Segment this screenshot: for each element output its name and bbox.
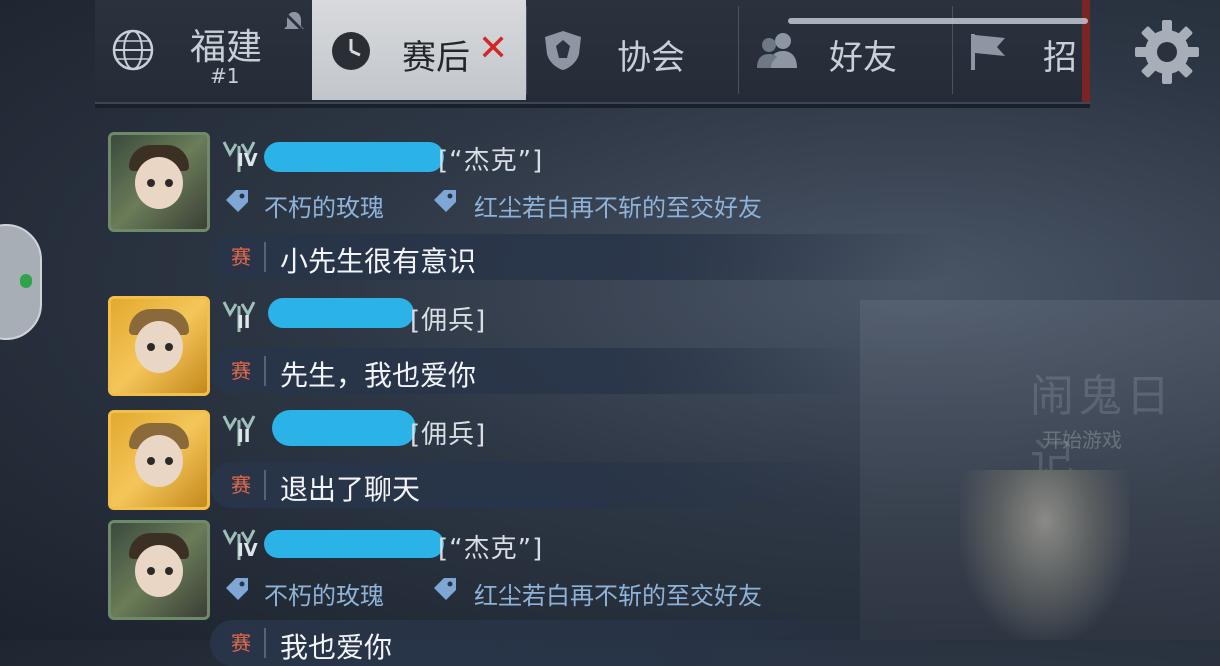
message-text: 小先生很有意识 xyxy=(280,245,477,278)
tab-guild[interactable]: 协会 xyxy=(527,0,737,100)
channel-badge: 赛 xyxy=(222,470,260,500)
tab-scroll-indicator[interactable] xyxy=(788,18,1088,24)
message-bubble[interactable]: 赛 先生，我也爱你 xyxy=(210,348,870,394)
player-role: [“杰克”] xyxy=(438,534,544,564)
message-text: 退出了聊天 xyxy=(280,473,421,506)
tab-post-game-label: 赛后 xyxy=(402,38,470,78)
player-name-redacted[interactable] xyxy=(272,410,416,446)
rank-level: IV xyxy=(237,540,258,561)
rank-level: II xyxy=(237,312,251,333)
player-name-redacted[interactable] xyxy=(264,142,444,172)
avatar[interactable] xyxy=(108,296,210,396)
rank-level: IV xyxy=(237,150,258,171)
avatar[interactable] xyxy=(108,520,210,620)
region-name[interactable]: 福建 xyxy=(190,18,262,70)
tag-icon xyxy=(434,190,456,212)
title-tag: 红尘若白再不斩的至交好友 xyxy=(474,194,762,222)
title-tag: 红尘若白再不斩的至交好友 xyxy=(474,582,762,610)
close-icon[interactable]: ✕ xyxy=(478,28,508,69)
globe-icon[interactable] xyxy=(111,28,155,72)
friends-icon xyxy=(757,33,797,68)
rank-level: II xyxy=(237,426,251,447)
channel-badge: 赛 xyxy=(222,242,260,272)
tab-friends[interactable]: 好友 xyxy=(739,0,951,100)
tab-overflow-edge xyxy=(1082,0,1090,102)
side-drawer-handle[interactable] xyxy=(0,224,42,340)
background-subtitle[interactable]: 开始游戏 xyxy=(1042,424,1122,453)
bubble-divider xyxy=(264,470,266,500)
message-bubble[interactable]: 赛 退出了聊天 xyxy=(210,462,870,508)
player-role: [佣兵] xyxy=(410,420,487,450)
tab-recruit-label: 招 xyxy=(1043,38,1077,78)
tab-friends-label: 好友 xyxy=(829,38,897,78)
message-bubble[interactable]: 赛 我也爱你 xyxy=(210,620,950,666)
gear-icon[interactable] xyxy=(1133,18,1201,86)
tab-bar-underline xyxy=(95,104,1090,108)
background-character xyxy=(960,470,1130,640)
bubble-divider xyxy=(264,242,266,272)
player-name-redacted[interactable] xyxy=(264,530,444,558)
channel-badge: 赛 xyxy=(222,628,260,658)
player-role: [佣兵] xyxy=(410,306,487,336)
clock-icon xyxy=(332,32,370,70)
status-dot xyxy=(20,274,32,288)
channel-badge: 赛 xyxy=(222,356,260,386)
avatar[interactable] xyxy=(108,410,210,510)
tab-guild-label: 协会 xyxy=(617,38,685,78)
tab-post-game[interactable]: 赛后 ✕ xyxy=(312,0,526,100)
region-rank: #1 xyxy=(210,64,240,88)
flag-icon xyxy=(971,34,1005,70)
player-role: [“杰克”] xyxy=(438,146,544,176)
tag-icon xyxy=(434,578,456,600)
chat-tab-bar: 福建 #1 赛后 ✕ 协会 好友 招 xyxy=(95,0,1090,104)
tag-icon xyxy=(226,190,248,212)
tag-icon xyxy=(226,578,248,600)
player-name-redacted[interactable] xyxy=(268,298,414,328)
title-tag: 不朽的玫瑰 xyxy=(264,194,384,222)
message-text: 先生，我也爱你 xyxy=(280,359,477,392)
bubble-divider xyxy=(264,628,266,658)
title-tag: 不朽的玫瑰 xyxy=(264,582,384,610)
message-text: 我也爱你 xyxy=(280,631,393,664)
mute-bell-icon[interactable] xyxy=(280,8,308,36)
tab-recruit[interactable]: 招 xyxy=(953,0,1083,100)
avatar[interactable] xyxy=(108,132,210,232)
shield-icon xyxy=(545,31,581,70)
message-bubble[interactable]: 赛 小先生很有意识 xyxy=(210,234,950,280)
bubble-divider xyxy=(264,356,266,386)
